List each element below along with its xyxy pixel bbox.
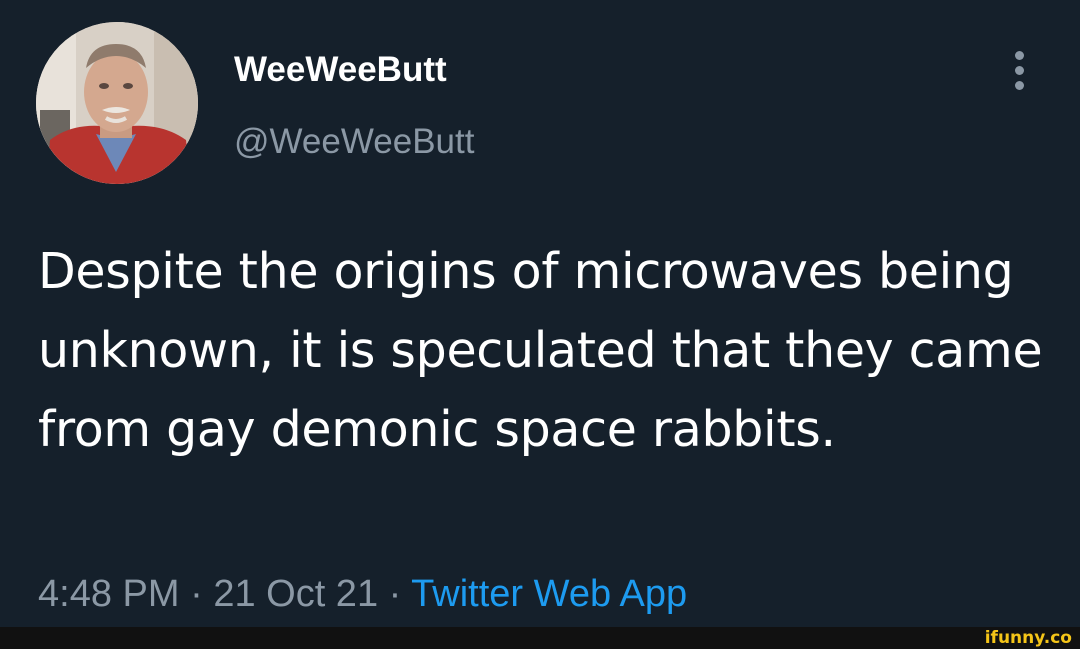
user-handle[interactable]: @WeeWeeButt: [234, 122, 474, 162]
tweet-text: Despite the origins of microwaves being …: [38, 243, 1043, 458]
meta-separator: ·: [388, 573, 402, 615]
menu-dot: [1015, 66, 1024, 75]
footer-bar: ifunny.co: [0, 627, 1080, 649]
profile-photo: [36, 22, 198, 184]
tweet-card: WeeWeeButt @WeeWeeButt Despite the origi…: [0, 0, 1080, 627]
menu-dot: [1015, 81, 1024, 90]
avatar[interactable]: [36, 22, 198, 184]
meta-separator: ·: [190, 573, 203, 615]
menu-dot: [1015, 51, 1024, 60]
display-name[interactable]: WeeWeeButt: [234, 50, 447, 90]
source-app-link[interactable]: Twitter Web App: [411, 573, 687, 615]
tweet-metadata: 4:48 PM · 21 Oct 21 · Twitter Web App: [38, 572, 687, 616]
more-vertical-icon[interactable]: [1004, 48, 1036, 92]
tweet-date[interactable]: 21 Oct 21: [213, 573, 378, 615]
ifunny-watermark: ifunny.co: [984, 628, 1072, 648]
tweet-time[interactable]: 4:48 PM: [38, 573, 180, 615]
